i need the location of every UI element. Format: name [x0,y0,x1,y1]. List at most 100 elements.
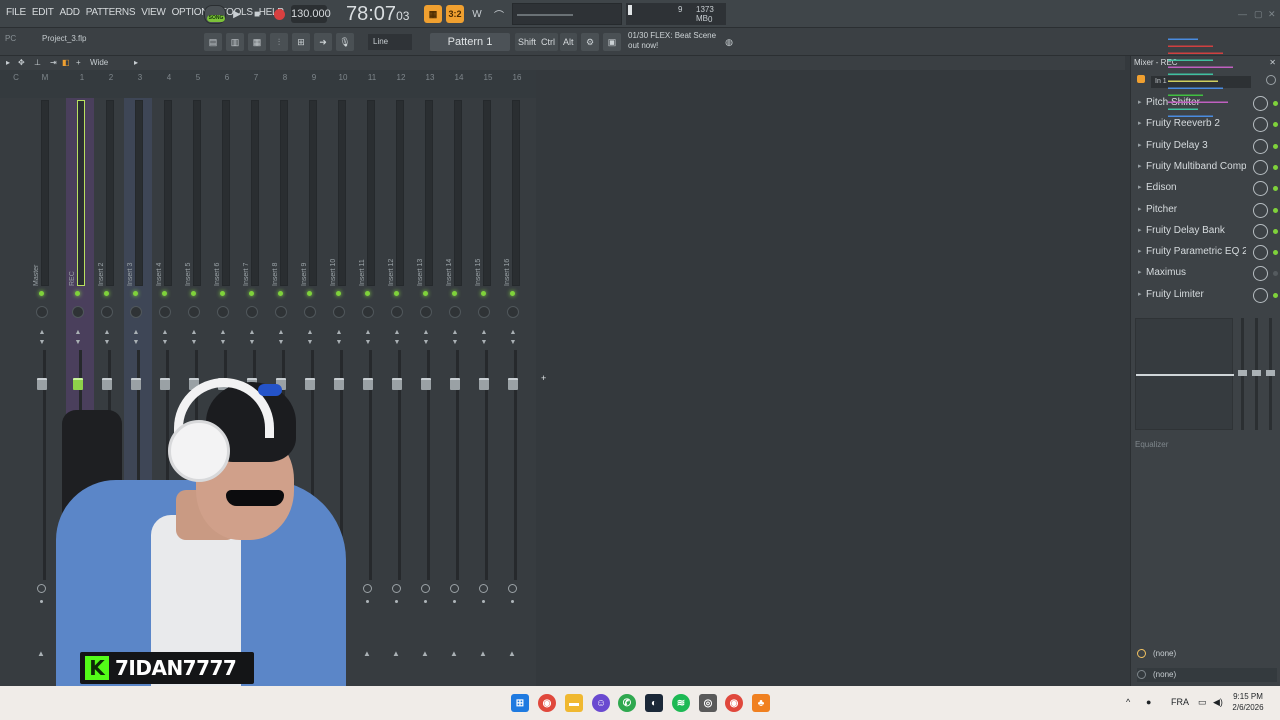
pan-knob[interactable] [217,306,229,318]
effect-slot[interactable]: ▸ Edison [1134,179,1278,199]
stereo-separation-icon[interactable]: ▲ ▼ [334,328,344,348]
slot-mix-knob[interactable] [1253,287,1268,303]
route-dot[interactable] [453,600,456,603]
volume-fader[interactable] [508,378,518,390]
pan-knob[interactable] [333,306,345,318]
menu-view[interactable]: VIEW [141,7,166,18]
volume-fader[interactable] [392,378,402,390]
route-dot[interactable] [40,600,43,603]
strip-enable-led[interactable] [452,291,457,296]
loop-record-button[interactable]: ⌒ [490,5,508,23]
route-arrow-icon[interactable]: ▲ [508,649,516,658]
effect-slot[interactable]: ▸ Maximus [1134,264,1278,284]
playlist-button[interactable]: ▤ [204,33,222,51]
effect-slot[interactable]: ▸ Fruity Delay Bank [1134,222,1278,242]
slot-mix-knob[interactable] [1253,223,1268,239]
volume-fader[interactable] [479,378,489,390]
spotify-icon[interactable]: ≋ [672,694,690,712]
stereo-separation-icon[interactable]: ▲ ▼ [421,328,431,348]
browser-button[interactable]: ➜ [314,33,332,51]
strip-enable-led[interactable] [307,291,312,296]
slot-enable-led[interactable] [1273,292,1278,298]
news-panel[interactable]: 01/30 FLEX: Beat Scene out now! [628,31,724,51]
strip-enable-led[interactable] [365,291,370,296]
menu-file[interactable]: FILE [6,7,26,18]
snap-selector[interactable]: Line [368,34,412,50]
countdown-button[interactable]: 3:2 [446,5,464,23]
route-dot[interactable] [511,600,514,603]
slot-mix-knob[interactable] [1253,181,1268,197]
slot-enable-led[interactable] [1273,101,1278,106]
route-send-icon[interactable] [479,584,488,593]
strip-enable-led[interactable] [39,291,44,296]
tray-mic-icon[interactable]: ● [1146,697,1151,707]
route-dot[interactable] [395,600,398,603]
route-arrow-icon[interactable]: ▲ [479,649,487,658]
pan-knob[interactable] [304,306,316,318]
shop-button[interactable]: ▣ [603,33,621,51]
volume-icon[interactable]: ◀) [1213,697,1223,708]
strip-enable-led[interactable] [162,291,167,296]
slot-arrow-icon[interactable]: ▸ [1138,268,1142,276]
stereo-separation-icon[interactable]: ▲ ▼ [102,328,112,348]
slot-enable-led[interactable] [1273,164,1278,170]
route-in-selector[interactable]: (none) [1137,648,1277,662]
route-arrow-icon[interactable]: ▲ [450,649,458,658]
play-button[interactable]: ▶ [228,5,246,23]
layout-icon[interactable]: ◧ [62,58,70,67]
volume-fader[interactable] [450,378,460,390]
obs-icon[interactable]: ◎ [699,694,717,712]
stereo-separation-icon[interactable]: ▲ ▼ [218,328,228,348]
route-arrow-icon[interactable]: ▲ [37,649,45,658]
pan-knob[interactable] [188,306,200,318]
wait-button[interactable]: W [468,5,486,23]
slot-arrow-icon[interactable]: ▸ [1138,247,1142,255]
stereo-separation-icon[interactable]: ▲ ▼ [247,328,257,348]
song-position[interactable]: 78:0703 [346,3,409,26]
pan-knob[interactable] [507,306,519,318]
route-arrow-icon[interactable]: ▲ [421,649,429,658]
slot-mix-knob[interactable] [1253,202,1268,218]
stereo-separation-icon[interactable]: ▲ ▼ [392,328,402,348]
pan-knob[interactable] [275,306,287,318]
strip-enable-led[interactable] [133,291,138,296]
audio-record-button[interactable]: 🎙 [336,33,354,51]
strip-enable-led[interactable] [510,291,515,296]
online-button[interactable]: ◍ [720,33,738,51]
mixer-strip[interactable]: Insert 16 ▲ ▼ ▲ [501,98,529,686]
stereo-separation-icon[interactable]: ▲ ▼ [189,328,199,348]
steam-icon[interactable]: ◐ [645,694,663,712]
volume-fader[interactable] [37,378,47,390]
fl-studio-icon[interactable]: ♣ [752,694,770,712]
menu-edit[interactable]: EDIT [32,7,54,18]
strip-enable-led[interactable] [104,291,109,296]
eq-fader-mid[interactable] [1252,318,1261,430]
pan-knob[interactable] [449,306,461,318]
channel-rack-button[interactable]: ▦ [248,33,266,51]
pan-knob[interactable] [36,306,48,318]
stereo-separation-icon[interactable]: ▲ ▼ [276,328,286,348]
tray-overflow-icon[interactable]: ^ [1126,697,1130,707]
pan-knob[interactable] [391,306,403,318]
slot-enable-led[interactable] [1273,186,1278,192]
stereo-separation-icon[interactable]: ▲ ▼ [37,328,47,348]
strip-enable-led[interactable] [336,291,341,296]
route-send-icon[interactable] [392,584,401,593]
route-dot[interactable] [424,600,427,603]
slot-arrow-icon[interactable]: ▸ [1138,98,1142,106]
ctrl-key-button[interactable]: Ctrl [538,33,558,51]
chrome-icon[interactable]: ◉ [538,694,556,712]
pan-knob[interactable] [159,306,171,318]
pan-knob[interactable] [72,306,84,318]
slot-arrow-icon[interactable]: ▸ [1138,205,1142,213]
view-next-icon[interactable]: ▸ [134,58,138,67]
eq-fader-low[interactable] [1238,318,1247,430]
route-arrow-icon[interactable]: ▲ [392,649,400,658]
slot-arrow-icon[interactable]: ▸ [1138,226,1142,234]
arrange-icon[interactable]: ⇥ [50,58,57,67]
mixer-strip[interactable]: Insert 15 ▲ ▼ ▲ [472,98,500,686]
close-icon[interactable]: ✕ [1268,9,1276,20]
slot-arrow-icon[interactable]: ▸ [1138,141,1142,149]
route-out-selector[interactable]: (none) [1137,668,1277,682]
mixer-strip[interactable]: Insert 14 ▲ ▼ ▲ [443,98,471,686]
